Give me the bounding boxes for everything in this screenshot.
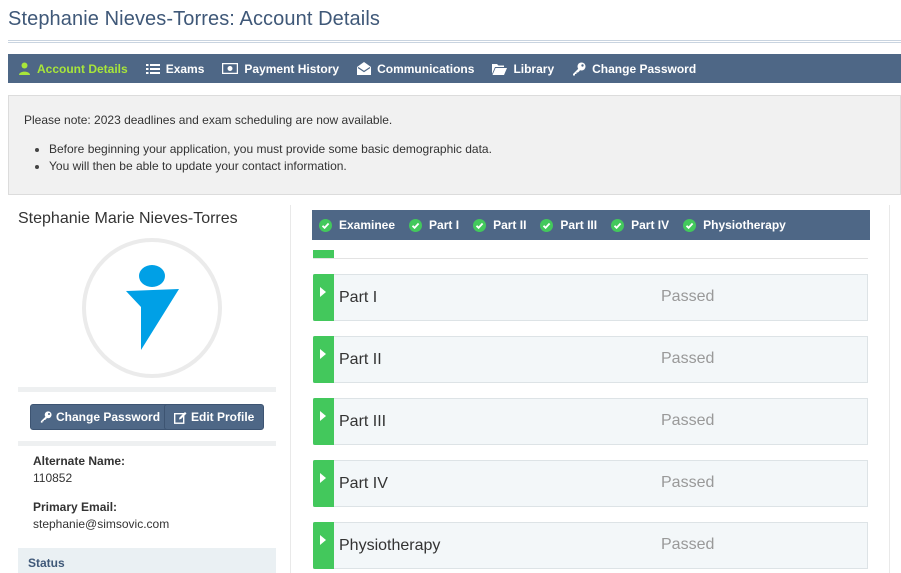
caret-right-icon xyxy=(320,411,326,421)
nav-exams[interactable]: Exams xyxy=(145,54,205,83)
notice-bullet: You will then be able to update your con… xyxy=(24,158,885,175)
nav-label: Account Details xyxy=(37,61,128,76)
notice-bullet: Before beginning your application, you m… xyxy=(24,141,885,158)
nav-payment-history[interactable]: Payment History xyxy=(222,54,339,83)
envelope-open-icon xyxy=(357,62,372,75)
button-label: Change Password xyxy=(56,410,161,424)
step-part-2[interactable]: Part II xyxy=(473,218,526,232)
step-part-3[interactable]: Part III xyxy=(540,218,597,232)
nav-library[interactable]: Library xyxy=(492,54,554,83)
exam-row-part-4[interactable]: Part IV Passed xyxy=(313,460,868,507)
nav-label: Change Password xyxy=(592,61,697,76)
nav-label: Exams xyxy=(165,61,205,76)
caret-right-icon xyxy=(320,349,326,359)
step-examinee[interactable]: Examinee xyxy=(319,218,395,232)
expand-tab[interactable] xyxy=(313,398,334,445)
exam-row-part-2[interactable]: Part II Passed xyxy=(313,336,868,383)
notice-list: Before beginning your application, you m… xyxy=(24,141,885,175)
status-section-header[interactable]: Status xyxy=(18,548,276,573)
check-circle-icon xyxy=(319,218,332,232)
nav-label: Payment History xyxy=(244,61,340,76)
title-divider xyxy=(8,40,901,43)
key-icon xyxy=(573,62,586,75)
caret-right-icon xyxy=(320,287,326,297)
exam-status: Passed xyxy=(661,536,715,553)
exam-name: Physiotherapy xyxy=(339,537,441,554)
exam-status: Passed xyxy=(661,350,715,367)
section-divider xyxy=(18,441,276,446)
profile-full-name: Stephanie Marie Nieves-Torres xyxy=(18,210,238,227)
check-circle-icon xyxy=(611,218,625,232)
exam-name: Part II xyxy=(339,351,382,368)
check-circle-icon xyxy=(683,218,697,232)
page-title: Stephanie Nieves-Torres: Account Details xyxy=(8,8,380,30)
nav-communications[interactable]: Communications xyxy=(357,54,474,83)
step-label: Part IV xyxy=(631,218,670,232)
nav-account-details[interactable]: Account Details xyxy=(18,54,128,83)
exam-name: Part IV xyxy=(339,475,388,492)
exam-row-part-3[interactable]: Part III Passed xyxy=(313,398,868,445)
notice-text: Please note: 2023 deadlines and exam sch… xyxy=(24,113,393,127)
expand-tab[interactable] xyxy=(313,274,334,321)
exam-name: Part III xyxy=(339,413,387,430)
column-divider xyxy=(290,205,291,573)
step-part-1[interactable]: Part I xyxy=(409,218,459,232)
step-label: Part I xyxy=(429,218,460,232)
expand-tab[interactable] xyxy=(313,522,334,569)
section-divider xyxy=(18,387,276,392)
expand-tab[interactable] xyxy=(313,336,334,383)
check-circle-icon xyxy=(540,218,554,232)
nav-label: Library xyxy=(513,61,555,76)
step-label: Part III xyxy=(560,218,598,232)
step-part-4[interactable]: Part IV xyxy=(611,218,669,232)
edit-icon xyxy=(174,411,187,424)
check-circle-icon xyxy=(409,218,423,232)
step-label: Examinee xyxy=(339,218,396,232)
step-label: Part II xyxy=(493,218,527,232)
exam-status: Passed xyxy=(661,412,715,429)
exam-name: Part I xyxy=(339,289,378,306)
panel-status-tab xyxy=(313,250,334,258)
step-physiotherapy[interactable]: Physiotherapy xyxy=(683,218,786,232)
list-icon xyxy=(145,63,160,74)
folder-open-icon xyxy=(492,63,508,75)
key-icon xyxy=(40,411,52,423)
person-silhouette-icon xyxy=(126,265,179,350)
nav-change-password[interactable]: Change Password xyxy=(572,54,696,83)
alternate-name-value: 110852 xyxy=(33,471,73,485)
exam-status: Passed xyxy=(661,474,715,491)
column-divider xyxy=(889,205,890,573)
alternate-name-label: Alternate Name: xyxy=(33,454,126,468)
edit-profile-button[interactable]: Edit Profile xyxy=(164,404,265,430)
caret-right-icon xyxy=(320,535,326,545)
notice-panel: Please note: 2023 deadlines and exam sch… xyxy=(8,95,901,195)
primary-email-label: Primary Email: xyxy=(33,500,118,514)
check-circle-icon xyxy=(473,218,487,232)
caret-right-icon xyxy=(320,473,326,483)
exam-status: Passed xyxy=(661,288,715,305)
main-nav: Account Details Exams Payment History Co… xyxy=(8,54,901,83)
user-icon xyxy=(19,62,30,75)
step-label: Physiotherapy xyxy=(703,218,786,232)
nav-label: Communications xyxy=(377,61,475,76)
expand-tab[interactable] xyxy=(313,460,334,507)
collapsed-panel-stub xyxy=(313,250,868,259)
change-password-button[interactable]: Change Password xyxy=(30,404,171,430)
money-icon xyxy=(222,63,239,74)
exam-progress-bar: Examinee Part I Part II Part III Part IV… xyxy=(312,210,870,240)
avatar xyxy=(82,238,222,378)
primary-email-value: stephanie@simsovic.com xyxy=(33,517,170,531)
profile-sidebar: Stephanie Marie Nieves-Torres Change Pas… xyxy=(18,205,276,573)
exam-row-physiotherapy[interactable]: Physiotherapy Passed xyxy=(313,522,868,569)
button-label: Edit Profile xyxy=(191,410,255,424)
exam-row-part-1[interactable]: Part I Passed xyxy=(313,274,868,321)
